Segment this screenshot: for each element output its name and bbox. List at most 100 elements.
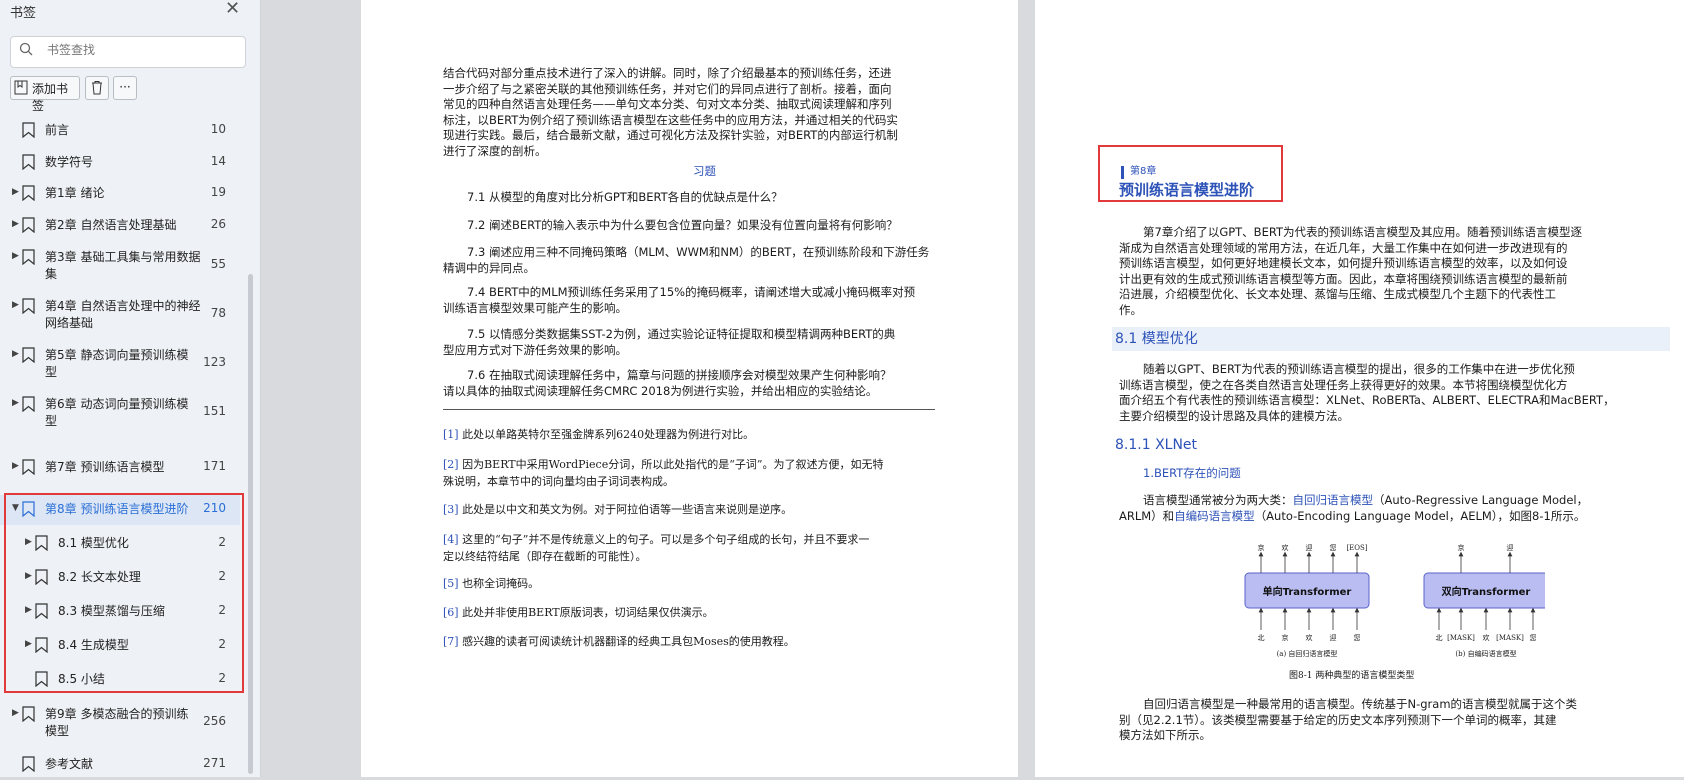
left-bottom-token: 您 — [1354, 633, 1361, 642]
text-line: 计出更有效的生成式预训练语言模型等方面。因此，本章将围绕预训练语言模型的最新前 — [1119, 271, 1568, 286]
chevron-right-icon[interactable]: ▶ — [12, 708, 19, 718]
footnote-link[interactable]: [7] — [443, 635, 459, 648]
highlight-box — [4, 493, 244, 693]
text-line: 自回归语言模型是一种最常用的语言模型。传统基于N-gram的语言模型就属于这个类 — [1143, 697, 1578, 711]
exercise: 7.3 阐述应用三种不同掩码策略（MLM、WWM和NM）的BERT，在预训练阶段… — [443, 245, 929, 276]
chevron-right-icon[interactable]: ▶ — [12, 349, 19, 359]
text-line: 面介绍五个有代表性的预训练语言模型：XLNet、RoBERTa、ALBERT、E… — [1119, 393, 1615, 407]
text-line: 这里的“句子”并不是传统意义上的句子。可以是多个句子组成的长句，并且不要求一 — [462, 533, 870, 546]
left-bottom-token: 迎 — [1330, 633, 1337, 642]
bookmark-label: 数学符号 — [45, 155, 94, 169]
text-line: 7.5 以情感分类数据集SST-2为例，通过实验论证特征提取和模型精调两种BER… — [467, 327, 896, 341]
bookmark-icon — [22, 396, 35, 412]
bookmark-label: 第6章 动态词向量预训练模 — [45, 397, 189, 411]
section-paragraph: 随着以GPT、BERT为代表的预训练语言模型的提出，很多的工作集中在进一步优化预… — [1119, 362, 1615, 424]
bookmark-page: 171 — [203, 459, 226, 473]
bookmark-item[interactable]: ▶ 第9章 多模态融合的预训练 模型 256 — [0, 700, 240, 744]
bookmark-page: 151 — [203, 404, 226, 418]
paragraph: 语言模型通常被分为两大类：自回归语言模型（Auto-Regressive Lan… — [1119, 493, 1588, 524]
delete-bookmark-button[interactable] — [85, 76, 109, 100]
bookmark-item[interactable]: ▶ 第2章 自然语言处理基础 26 — [0, 211, 240, 241]
bookmark-sidebar: 书签 ✕ 添加书签 ··· 前言 10 数学符号 14 ▶ — [0, 0, 261, 777]
footnote: [2] 因为BERT中采用WordPiece分词，所以此处指代的是“子词”。为了… — [443, 456, 883, 490]
search-input[interactable] — [45, 42, 239, 58]
term-link[interactable]: 自回归语言模型 — [1293, 493, 1374, 507]
bookmark-search[interactable] — [10, 36, 246, 68]
add-bookmark-button[interactable]: 添加书签 — [10, 76, 80, 113]
bookmark-page: 123 — [203, 355, 226, 369]
right-top-token: 京 — [1458, 543, 1465, 552]
bookmark-label: 第5章 静态词向量预训练模 — [45, 348, 189, 362]
bookmark-page: 26 — [210, 217, 226, 231]
text-line: 训练语言模型效果可能产生的影响。 — [443, 300, 627, 315]
text-line: 一步介绍了与之紧密关联的其他预训练任务，并对它们的异同点进行了剖析。接着，面向 — [443, 81, 892, 96]
more-label: ··· — [119, 80, 131, 94]
left-top-token: 京 — [1258, 543, 1265, 552]
footnote-link[interactable]: [2] — [443, 458, 459, 471]
bookmark-label: 前言 — [45, 123, 70, 137]
document-page-left: 结合代码对部分重点技术进行了深入的讲解。同时，除了介绍最基本的预训练任务，还进 … — [361, 0, 1018, 777]
bookmark-item[interactable]: ▶ 第3章 基础工具集与常用数据 集 55 — [0, 243, 240, 287]
bookmark-item[interactable]: 前言 10 — [0, 116, 240, 146]
add-bookmark-label: 添加书签 — [32, 82, 69, 113]
close-icon[interactable]: ✕ — [225, 0, 240, 19]
left-bottom-token: 北 — [1258, 634, 1265, 642]
chevron-right-icon[interactable]: ▶ — [12, 398, 19, 408]
paragraph: 自回归语言模型是一种最常用的语言模型。传统基于N-gram的语言模型就属于这个类… — [1119, 697, 1577, 744]
bookmark-page: 271 — [203, 756, 226, 770]
text-line: 预训练语言模型，如何更好地建模长文本，如何提升预训练语言模型的效率，以及如何设 — [1119, 256, 1568, 270]
left-top-token: 您 — [1330, 543, 1337, 552]
footnote-link[interactable]: [5] — [443, 577, 459, 590]
text-line: 模方法如下所示。 — [1119, 728, 1211, 742]
sidebar-title: 书签 — [10, 6, 37, 21]
exercise: 7.4 BERT中的MLM预训练任务采用了15%的掩码概率，请阐述增大或减小掩码… — [443, 285, 915, 316]
footnote: [3] 此处是以中文和英文为例。对于阿拉伯语等一些语言来说则是逆序。 — [443, 502, 792, 518]
footnote-divider — [443, 409, 935, 410]
chevron-right-icon[interactable]: ▶ — [12, 219, 19, 229]
footnote: [4] 这里的“句子”并不是传统意义上的句子。可以是多个句子组成的长句，并且不要… — [443, 531, 869, 565]
bookmark-icon — [22, 217, 35, 233]
bookmark-item[interactable]: 数学符号 14 — [0, 148, 240, 178]
chevron-right-icon[interactable]: ▶ — [12, 187, 19, 197]
term-link[interactable]: 自编码语言模型 — [1174, 509, 1255, 523]
bookmark-label: 第3章 基础工具集与常用数据 — [45, 250, 201, 264]
chevron-right-icon[interactable]: ▶ — [12, 300, 19, 310]
footnote-link[interactable]: [1] — [443, 428, 459, 441]
exercise: 7.2 阐述BERT的输入表示中为什么要包含位置向量？如果没有位置向量将有何影响… — [467, 218, 898, 232]
text-line: 训练语言模型，使之在各类自然语言处理任务上获得更好的效果。本节将围绕模型优化方 — [1119, 377, 1568, 392]
right-bottom-token: 您 — [1530, 633, 1537, 642]
more-button[interactable]: ··· — [113, 76, 137, 100]
bookmark-icon — [22, 756, 35, 772]
text-run: （Auto-Encoding Language Model，AELM），如图8-… — [1254, 508, 1586, 523]
footnote-link[interactable]: [6] — [443, 606, 459, 619]
bookmark-item[interactable]: ▶ 第6章 动态词向量预训练模 型 151 — [0, 390, 240, 434]
bookmark-label: 第1章 绪论 — [45, 186, 105, 200]
chevron-right-icon[interactable]: ▶ — [12, 251, 19, 261]
text-line: 沿进展，介绍模型优化、长文本处理、蒸馏与压缩、生成式模型几个主题下的代表性工 — [1119, 287, 1556, 301]
footnote-link[interactable]: [3] — [443, 503, 459, 516]
text-line: 7.6 在抽取式阅读理解任务中，篇章与问题的拼接顺序会对模型效果产生何种影响？ — [467, 368, 892, 382]
bookmark-page: 10 — [210, 122, 226, 136]
sidebar-scrollbar[interactable] — [248, 274, 253, 774]
bookmark-item[interactable]: ▶ 第4章 自然语言处理中的神经 网络基础 78 — [0, 292, 240, 336]
bookmark-icon — [22, 249, 35, 265]
bookmark-item[interactable]: ▶ 第5章 静态词向量预训练模 型 123 — [0, 341, 240, 385]
text-line: 型应用方式对下游任务效果的影响。 — [443, 342, 627, 357]
text-line: 标注，以BERT为例介绍了预训练语言模型在这些任务中的应用方法，并通过相关的代码… — [443, 112, 898, 127]
text-line: 结合代码对部分重点技术进行了深入的讲解。同时，除了介绍最基本的预训练任务，还进 — [443, 66, 892, 80]
bookmark-item[interactable]: 参考文献 271 — [0, 750, 240, 780]
footnote-link[interactable]: [4] — [443, 533, 459, 546]
right-box-label: 双向Transformer — [1442, 585, 1531, 598]
trash-icon — [92, 81, 102, 95]
bookmark-label: 第9章 多模态融合的预训练 — [45, 707, 189, 721]
bookmark-icon — [22, 459, 35, 475]
figure-caption: 图8-1 两种典型的语言模型类型 — [1289, 671, 1415, 681]
bookmark-page: 19 — [210, 185, 226, 199]
text-line: 感兴趣的读者可阅读统计机器翻译的经典工具包Moses的使用教程。 — [462, 635, 795, 648]
bookmark-item[interactable]: ▶ 第7章 预训练语言模型 171 — [0, 453, 240, 483]
chevron-right-icon[interactable]: ▶ — [12, 461, 19, 471]
bookmark-label: 第4章 自然语言处理中的神经 — [45, 299, 201, 313]
text-run: 语言模型通常被分为两大类： — [1143, 493, 1293, 507]
bookmark-icon — [22, 122, 35, 138]
bookmark-item[interactable]: ▶ 第1章 绪论 19 — [0, 179, 240, 209]
